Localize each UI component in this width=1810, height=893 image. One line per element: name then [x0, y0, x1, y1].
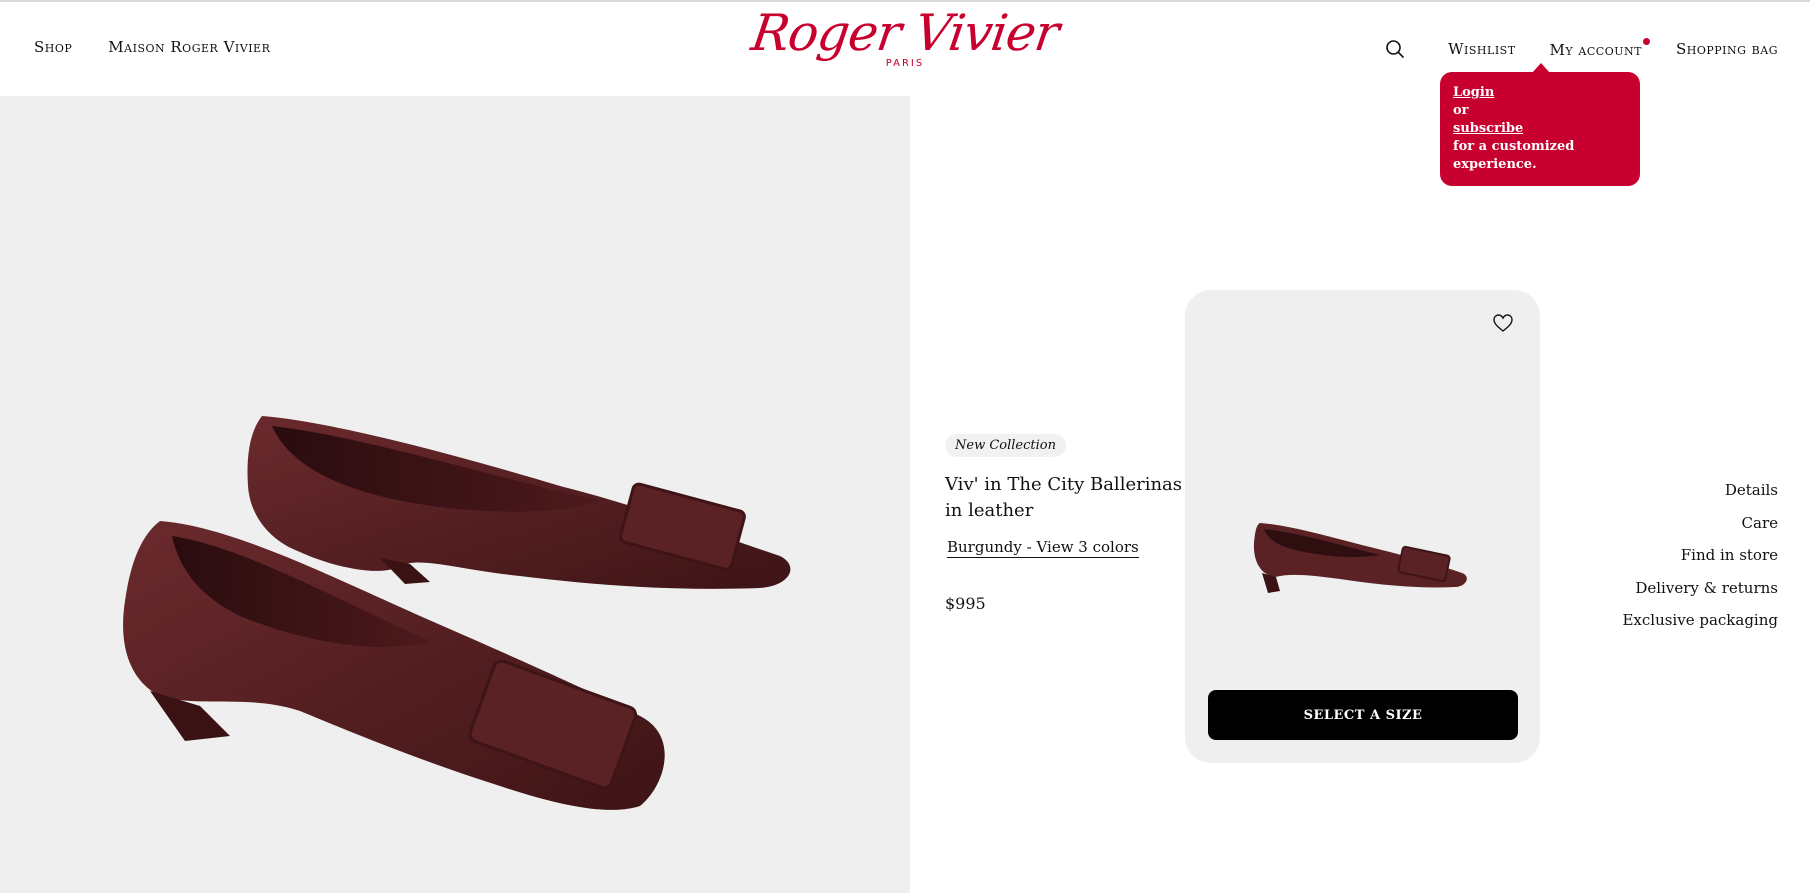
card-shoe-image — [1253, 523, 1467, 593]
link-care[interactable]: Care — [1622, 507, 1778, 540]
nav-my-account[interactable]: My account — [1550, 41, 1642, 59]
logo-wordmark: Roger Vivier — [747, 4, 1063, 62]
tooltip-line1: for a customized — [1453, 139, 1575, 154]
account-wrap: My account — [1550, 37, 1650, 59]
nav-maison[interactable]: Maison Roger Vivier — [108, 38, 270, 56]
subscribe-link[interactable]: subscribe — [1453, 120, 1627, 138]
product-price: $995 — [945, 594, 986, 613]
search-icon[interactable] — [1384, 38, 1406, 60]
brand-logo[interactable]: Roger Vivier PARIS — [748, 4, 1062, 69]
nav-left: Shop Maison Roger Vivier — [34, 38, 270, 56]
product-info-links: Details Care Find in store Delivery & re… — [1622, 474, 1778, 637]
product-title: Viv' in The City Ballerinas in leather — [945, 474, 1183, 521]
login-link[interactable]: Login — [1453, 84, 1627, 102]
color-variant-link[interactable]: Burgundy - View 3 colors — [947, 538, 1139, 558]
nav-shopping-bag[interactable]: Shopping bag — [1676, 40, 1778, 58]
tooltip-or: or — [1453, 103, 1469, 118]
select-size-button[interactable]: SELECT A SIZE — [1208, 690, 1518, 740]
heart-icon[interactable] — [1492, 312, 1514, 334]
link-delivery-returns[interactable]: Delivery & returns — [1622, 572, 1778, 605]
link-exclusive-packaging[interactable]: Exclusive packaging — [1622, 604, 1778, 637]
tooltip-line2: experience. — [1453, 157, 1537, 172]
link-find-in-store[interactable]: Find in store — [1622, 539, 1778, 572]
product-card: SELECT A SIZE — [1185, 290, 1540, 763]
account-tooltip: Login or subscribe for a customized expe… — [1440, 63, 1640, 186]
nav-shop[interactable]: Shop — [34, 38, 72, 56]
nav-wishlist[interactable]: Wishlist — [1448, 40, 1515, 58]
product-hero-image — [0, 96, 910, 893]
notification-dot — [1642, 37, 1650, 45]
shoes-image — [123, 416, 791, 810]
link-details[interactable]: Details — [1622, 474, 1778, 507]
nav-right: Wishlist My account Shopping bag — [1384, 37, 1778, 60]
new-collection-badge: New Collection — [945, 434, 1066, 457]
